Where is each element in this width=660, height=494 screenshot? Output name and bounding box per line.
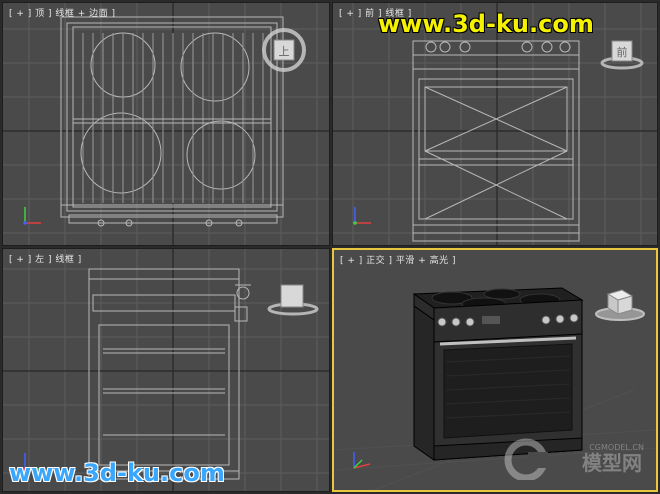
viewcube-face-label: 前 xyxy=(617,45,628,59)
axis-gizmo-icon xyxy=(353,207,371,225)
viewcube-icon[interactable] xyxy=(265,281,321,317)
viewport-top-label[interactable]: [ + ] 顶 ] 线框 + 边面 ] xyxy=(9,6,116,19)
stove-model[interactable] xyxy=(88,268,251,480)
watermark-cgmodel-brand: 模型网 xyxy=(582,451,642,475)
viewcube-icon[interactable]: 前 xyxy=(599,37,645,71)
viewcube-icon[interactable] xyxy=(592,284,648,324)
watermark-3dku-bottom: www.3d-ku.com xyxy=(9,459,225,487)
viewport-front[interactable]: [ + ] 前 ] 线框 ] 前 xyxy=(332,2,658,246)
viewport-perspective[interactable]: [ + ] 正交 ] 平滑 + 高光 ] CGMODEL.CN 模型网 xyxy=(332,248,658,492)
viewcube-icon[interactable]: 上 xyxy=(261,27,307,73)
watermark-3dku-top: www.3d-ku.com xyxy=(378,10,594,38)
viewport-left[interactable]: [ + ] 左 ] 线框 ] www.3d-ku.com xyxy=(2,248,330,492)
viewport-left-label[interactable]: [ + ] 左 ] 线框 ] xyxy=(9,252,82,265)
stove-model[interactable] xyxy=(60,16,284,227)
stove-model[interactable] xyxy=(412,287,584,461)
viewcube-face-label: 上 xyxy=(279,45,290,58)
stove-model[interactable] xyxy=(412,40,580,242)
axis-gizmo-icon xyxy=(353,452,371,469)
viewport-perspective-label[interactable]: [ + ] 正交 ] 平滑 + 高光 ] xyxy=(340,253,456,266)
viewport-top[interactable]: [ + ] 顶 ] 线框 + 边面 ] 上 xyxy=(2,2,330,246)
axis-gizmo-icon xyxy=(23,207,41,225)
